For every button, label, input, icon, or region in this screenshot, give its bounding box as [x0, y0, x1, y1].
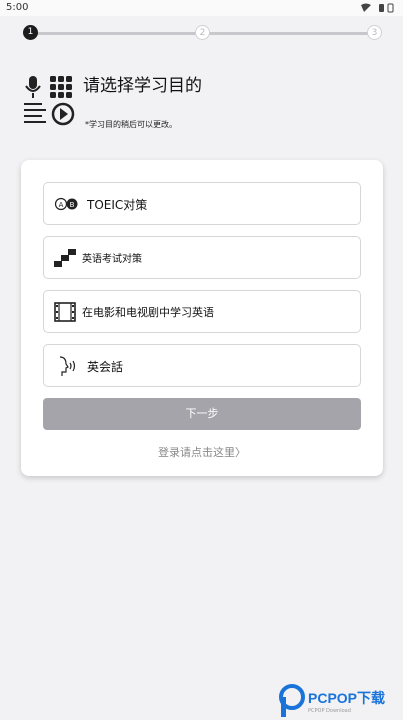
- option-label: 英会話: [87, 360, 124, 374]
- svg-text:A: A: [59, 201, 64, 209]
- step-3: 3: [367, 25, 382, 40]
- option-movies[interactable]: 在电影和电视剧中学习英语: [43, 290, 361, 333]
- watermark-subtext: PCPOP Download: [308, 708, 351, 714]
- watermark-text: PCPOP下载: [308, 690, 386, 706]
- option-conversation[interactable]: 英会話: [43, 344, 361, 387]
- toeic-icon: A B: [54, 197, 78, 211]
- exam-steps-icon: [54, 249, 76, 267]
- page-title: 请选择学习目的: [83, 76, 202, 96]
- page-subtitle: *学习目的稍后可以更改。: [85, 120, 177, 129]
- step-2: 2: [195, 25, 210, 40]
- pcpop-logo-icon: [279, 684, 305, 717]
- option-label: 在电影和电视剧中学习英语: [82, 306, 214, 319]
- option-label: TOEIC对策: [87, 198, 148, 212]
- status-time: 5:00: [6, 2, 29, 13]
- step-1: 1: [23, 25, 38, 40]
- film-icon: [54, 302, 76, 322]
- wifi-battery-icon: [361, 3, 394, 13]
- status-bar: 5:00: [0, 0, 403, 16]
- option-exam[interactable]: 英语考试对策: [43, 236, 361, 279]
- purpose-card: A B TOEIC对策 英语考试对策 在电影和电视剧中学习英语 英会話 下一步 …: [21, 160, 383, 476]
- pcpop-watermark: PCPOP下载 PCPOP Download: [278, 684, 403, 720]
- option-label: 英语考试对策: [82, 254, 142, 265]
- progress-stepper: 1 2 3: [22, 24, 384, 42]
- svg-text:B: B: [70, 201, 75, 209]
- option-toeic[interactable]: A B TOEIC对策: [43, 182, 361, 225]
- learning-purpose-icon: [24, 76, 75, 126]
- speaking-head-icon: [59, 356, 76, 376]
- login-link[interactable]: 登录请点击这里〉: [21, 444, 383, 460]
- next-button[interactable]: 下一步: [43, 398, 361, 430]
